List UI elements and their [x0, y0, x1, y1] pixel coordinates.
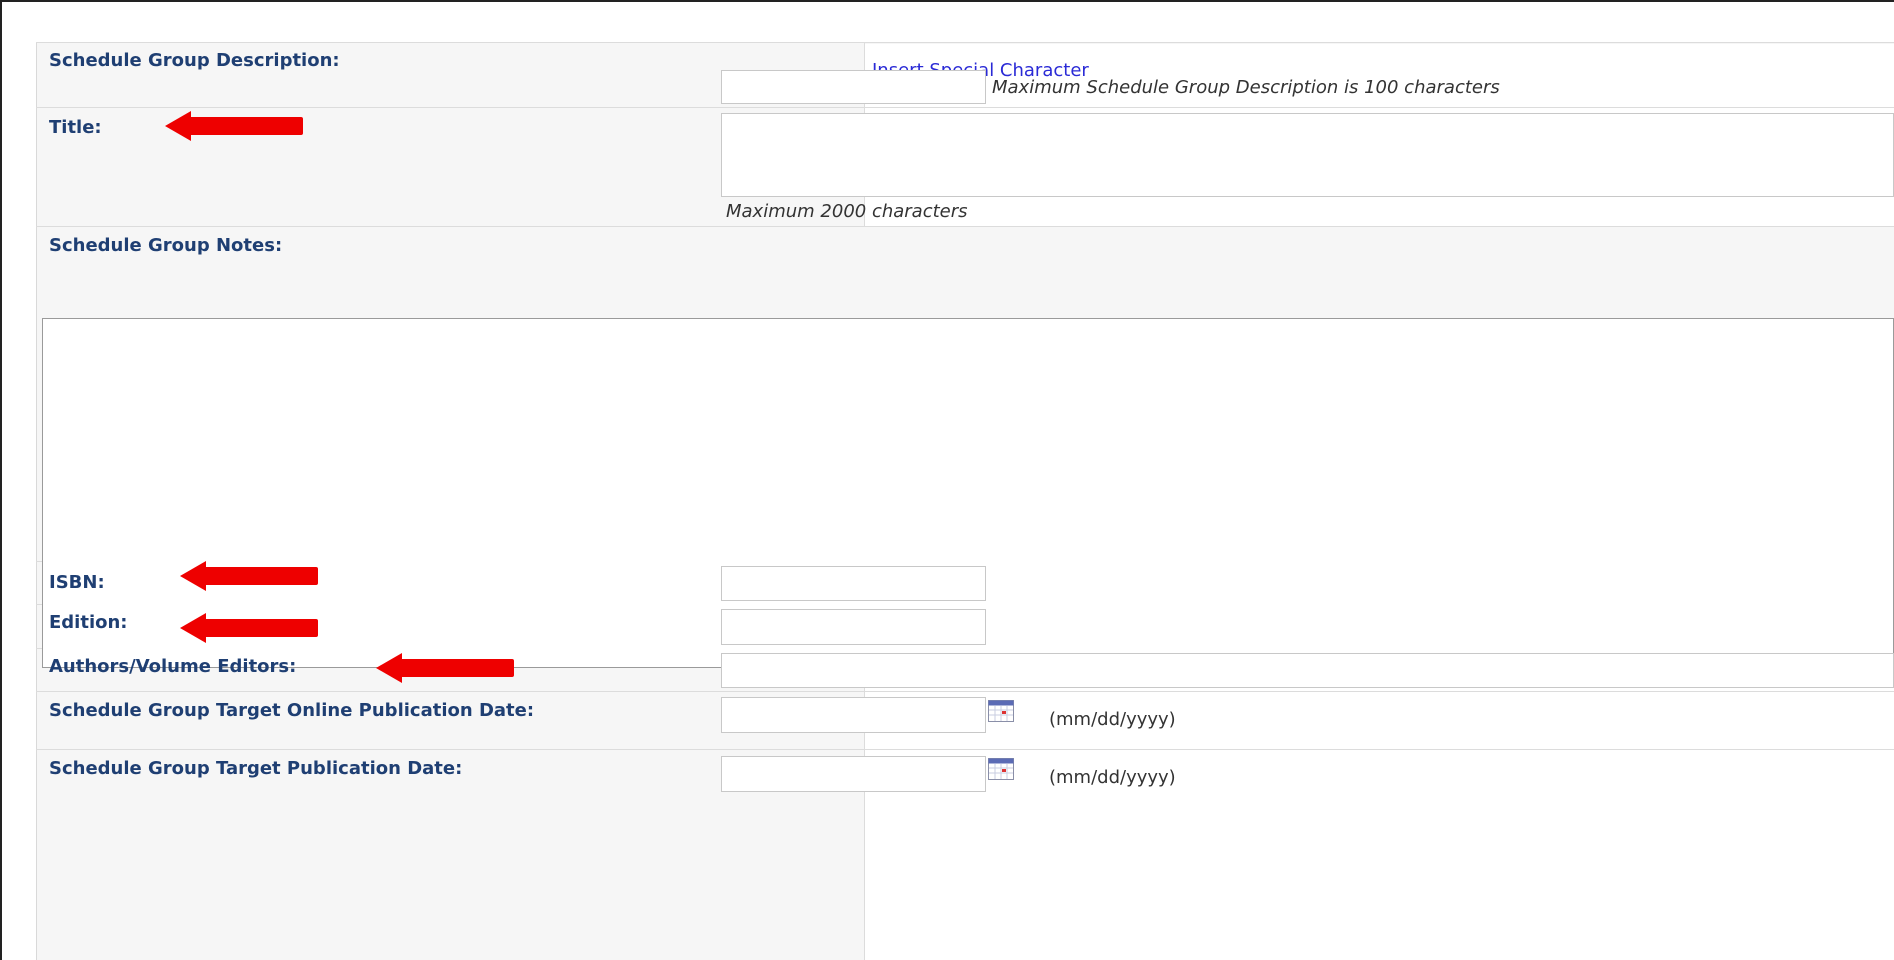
description-input[interactable]: [721, 70, 986, 104]
online-date-format: (mm/dd/yyyy): [1049, 709, 1176, 730]
isbn-label: ISBN:: [49, 572, 105, 593]
calendar-icon[interactable]: [988, 758, 1014, 780]
isbn-input[interactable]: [721, 566, 986, 601]
row-divider: [36, 42, 1894, 43]
row-divider: [36, 749, 1894, 750]
authors-label: Authors/Volume Editors:: [49, 656, 297, 677]
edition-label: Edition:: [49, 612, 128, 633]
online-date-cell: [865, 692, 1894, 749]
row-divider: [36, 107, 1894, 108]
annotation-arrow-icon: [180, 561, 318, 591]
notes-label: Schedule Group Notes:: [49, 235, 283, 256]
pub-date-label: Schedule Group Target Publication Date:: [49, 758, 463, 779]
edition-input[interactable]: [721, 609, 986, 645]
pub-date-cell: [865, 750, 1894, 960]
annotation-arrow-icon: [376, 653, 514, 683]
title-max-hint: Maximum 2000 characters: [726, 201, 968, 222]
annotation-arrow-icon: [180, 613, 318, 643]
annotation-arrow-icon: [165, 111, 303, 141]
pub-date-input[interactable]: [721, 756, 986, 792]
online-date-label: Schedule Group Target Online Publication…: [49, 700, 535, 721]
description-max-hint: Maximum Schedule Group Description is 10…: [992, 77, 1500, 98]
row-divider: [36, 226, 1894, 227]
authors-input[interactable]: [721, 653, 1894, 688]
title-textarea[interactable]: [721, 113, 1894, 197]
pub-date-format: (mm/dd/yyyy): [1049, 767, 1176, 788]
title-label: Title:: [49, 117, 102, 138]
calendar-icon[interactable]: [988, 700, 1014, 722]
description-label: Schedule Group Description:: [49, 50, 340, 71]
online-date-input[interactable]: [721, 697, 986, 733]
row-divider: [36, 691, 1894, 692]
